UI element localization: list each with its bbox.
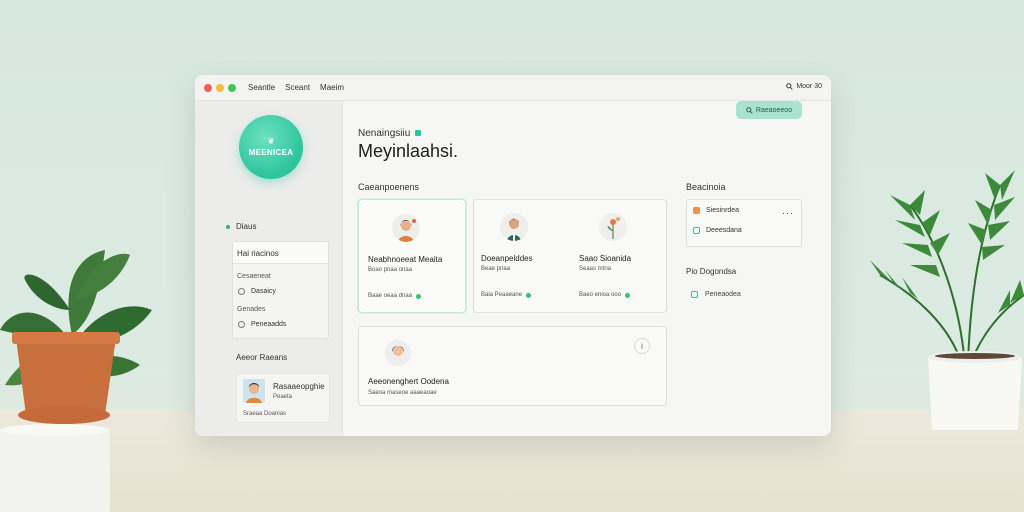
sidebar-section-title: Aeeor Raeans [236,353,288,362]
status-indicator: Diaus [226,222,256,231]
minimize-window-button[interactable] [216,83,224,92]
tag-icon [415,130,422,137]
radio-icon [238,288,245,295]
titlebar-right-label: Moor 30 [796,83,822,90]
filter-option-1[interactable]: Dasaicy [238,288,276,295]
search-icon [786,83,793,90]
page-kicker-text: Nenaingsiiu [358,128,411,139]
page-kicker: Nenaingsiiu [358,128,422,139]
logo-text: MEENICEA [248,148,294,157]
page-title: Meyinlaahsi. [358,141,459,161]
card-2-meta-text: Baia Peaaeane [481,292,523,298]
filter-card-header[interactable]: Hai riacinos [233,242,328,264]
card-3-meta-text: Baeo enioa ooo [579,292,622,298]
radio-icon [238,321,245,328]
info-icon[interactable]: i [634,338,650,354]
primary-action-button[interactable]: Raeaoeeoo [736,101,802,119]
wide-card-role: Saeoa maseoe aaaeaoae [368,390,437,396]
more-options-icon[interactable]: ··· [782,208,794,218]
avatar [599,213,627,241]
wide-profile-card[interactable]: i Aeeonenghert Oodena Saeoa maseoe aaaea… [358,326,667,406]
menu-item-1[interactable]: Seantle [248,83,275,92]
titlebar-right[interactable]: Moor 30 [786,83,822,90]
card-1-meta: Baae oeaa dnaa [368,293,422,299]
leaf-logo-icon: ❦ [267,136,275,146]
resource-row-3[interactable]: Peneaodea [691,291,741,298]
resource-list: Siesinrdea ··· Deeesdana [686,199,802,247]
app-window: Seantle Sceant Maeim Moor 30 ❦ MEENICEA … [195,75,831,436]
title-bar: Seantle Sceant Maeim Moor 30 [195,75,831,101]
sidebar-user-name: Rasaaeopghie [273,382,325,391]
document-icon [691,291,698,298]
component-card-2[interactable]: Doeanpelddes Beae pnaa Baia Peaaeane [473,199,570,313]
primary-action-label: Raeaoeeoo [755,106,793,114]
online-status-icon [625,292,631,298]
resource-row-1[interactable]: Siesinrdea [693,207,739,214]
component-card-3[interactable]: Saao Sioanida Seaas mtna Baeo enioa ooo [570,199,667,313]
card-2-meta: Baia Peaaeane [481,292,532,298]
resource-row-1-label: Siesinrdea [706,207,740,214]
component-card-1[interactable]: Neabhnoeeat Meaita Boao pnaa onaa Baae o… [358,199,466,313]
card-1-meta-text: Baae oeaa dnaa [368,293,413,299]
calendar-icon [693,227,700,234]
filter-option-2[interactable]: Peneaadds [238,321,286,328]
search-icon [746,106,753,114]
wide-card-name: Aeeonenghert Oodena [368,377,449,386]
card-3-meta: Baeo enioa ooo [579,292,631,298]
menu-item-3[interactable]: Maeim [320,83,344,92]
online-status-icon [526,292,532,298]
card-2-name: Doeanpelddes [481,254,533,263]
right-section-title: Beacinoia [686,182,726,192]
right-section-title-2: Pio Dogondsa [686,267,737,276]
sidebar-user-meta: Sraeaa Doanias [243,411,287,417]
potted-plant-left [0,250,152,512]
maximize-window-button[interactable] [228,83,236,92]
avatar [500,213,528,241]
main-content: Raeaoeeoo Nenaingsiiu Meyinlaahsi. Caean… [343,101,831,436]
card-2-role: Beae pnaa [481,266,511,272]
card-1-role: Boao pnaa onaa [368,267,413,273]
potted-plant-right [870,170,1024,430]
status-label: Diaus [236,222,257,231]
filter-group-2-label: Genades [237,306,266,313]
menu-item-2[interactable]: Sceant [285,83,310,92]
close-window-button[interactable] [204,83,212,92]
components-title: Caeanpoenens [358,182,420,192]
profile-icon [693,207,700,214]
avatar [385,340,411,366]
online-status-icon [416,293,422,299]
card-3-name: Saao Sioanida [579,254,632,263]
sidebar-user-subtitle: Peaeta [273,394,293,400]
filter-group-1-label: Cesaeneat [237,273,271,280]
status-dot-icon [226,224,230,229]
filter-card: Hai riacinos Cesaeneat Dasaicy Genades P… [232,241,329,339]
sidebar-user-card[interactable]: Rasaaeopghie Peaeta Sraeaa Doanias [236,373,330,423]
resource-row-2[interactable]: Deeesdana [693,227,742,234]
filter-option-2-label: Peneaadds [251,321,287,328]
sidebar: ❦ MEENICEA Diaus Hai riacinos Cesaeneat … [195,101,343,436]
resource-row-3-label: Peneaodea [705,291,741,298]
avatar [392,214,420,242]
card-1-name: Neabhnoeeat Meaita [368,255,443,264]
app-logo[interactable]: ❦ MEENICEA [239,115,303,179]
card-3-role: Seaas mtna [579,266,612,272]
avatar [243,379,265,403]
filter-option-1-label: Dasaicy [251,288,276,295]
resource-row-2-label: Deeesdana [706,227,742,234]
